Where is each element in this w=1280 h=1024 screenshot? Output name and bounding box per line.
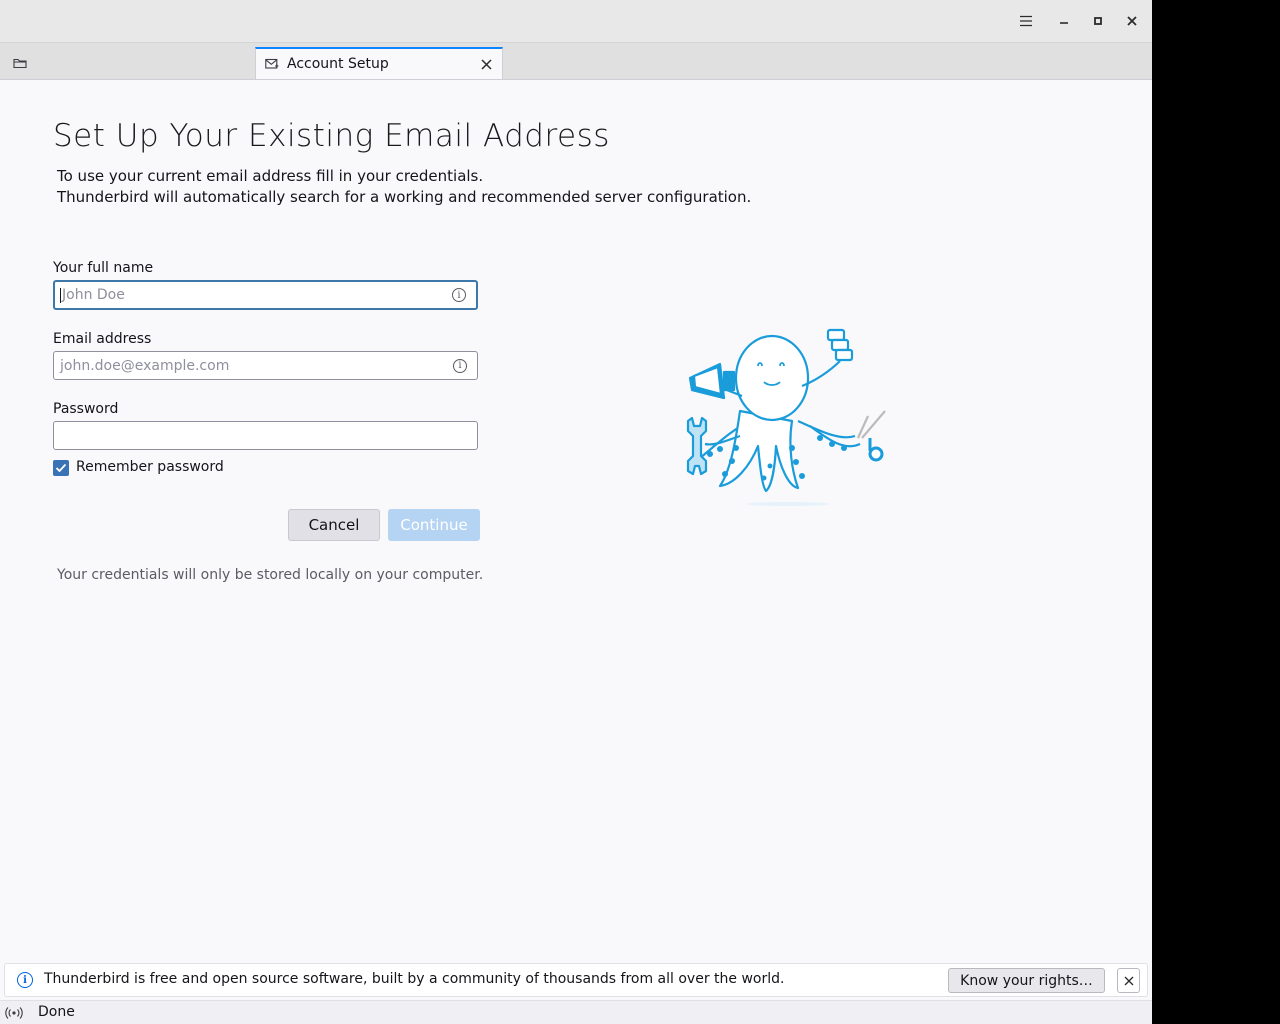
cancel-button[interactable]: Cancel	[288, 509, 380, 541]
text-caret	[60, 287, 61, 303]
info-icon[interactable]: i	[453, 358, 467, 373]
status-text: Done	[38, 1004, 75, 1020]
full-name-input[interactable]: John Doe i	[53, 280, 478, 310]
remember-password-checkbox[interactable]	[53, 460, 69, 476]
email-field[interactable]: john.doe@example.com i	[53, 351, 478, 380]
folder-icon[interactable]	[8, 53, 32, 73]
page-subtitle-line1: To use your current email address fill i…	[57, 167, 484, 185]
page-subtitle-line2: Thunderbird will automatically search fo…	[57, 188, 752, 206]
tab-label: Account Setup	[287, 56, 389, 72]
minimize-icon[interactable]	[1051, 8, 1077, 34]
account-setup-icon	[265, 57, 279, 71]
octopus-mascot-illustration	[686, 328, 886, 506]
connection-status-icon	[5, 1007, 23, 1019]
full-name-placeholder: John Doe	[62, 287, 125, 303]
title-bar	[0, 0, 1152, 43]
credentials-note: Your credentials will only be stored loc…	[57, 567, 484, 583]
tab-account-setup[interactable]: Account Setup	[255, 47, 503, 79]
notification-text: Thunderbird is free and open source soft…	[44, 971, 785, 987]
maximize-icon[interactable]	[1085, 8, 1111, 34]
password-label: Password	[53, 401, 119, 417]
thunderbird-window: Account Setup Set Up Your Existing Email…	[0, 0, 1152, 1024]
page-title: Set Up Your Existing Email Address	[53, 118, 610, 154]
know-your-rights-button[interactable]: Know your rights…	[948, 968, 1105, 993]
tab-strip: Account Setup	[0, 43, 1152, 80]
info-icon[interactable]: i	[452, 288, 466, 302]
notification-bar: i Thunderbird is free and open source so…	[4, 963, 1148, 997]
account-setup-page: Set Up Your Existing Email Address To us…	[0, 80, 1152, 962]
close-icon[interactable]	[1117, 968, 1140, 993]
info-icon: i	[17, 972, 33, 988]
full-name-label: Your full name	[53, 260, 154, 276]
remember-password-label[interactable]: Remember password	[76, 459, 224, 475]
password-field[interactable]	[53, 421, 478, 450]
status-bar: Done	[0, 1000, 1152, 1024]
close-icon[interactable]	[478, 56, 494, 72]
continue-button[interactable]: Continue	[388, 509, 480, 541]
email-placeholder: john.doe@example.com	[60, 357, 230, 374]
hamburger-menu-icon[interactable]	[1013, 8, 1039, 34]
email-label: Email address	[53, 331, 152, 347]
close-icon[interactable]	[1119, 8, 1145, 34]
